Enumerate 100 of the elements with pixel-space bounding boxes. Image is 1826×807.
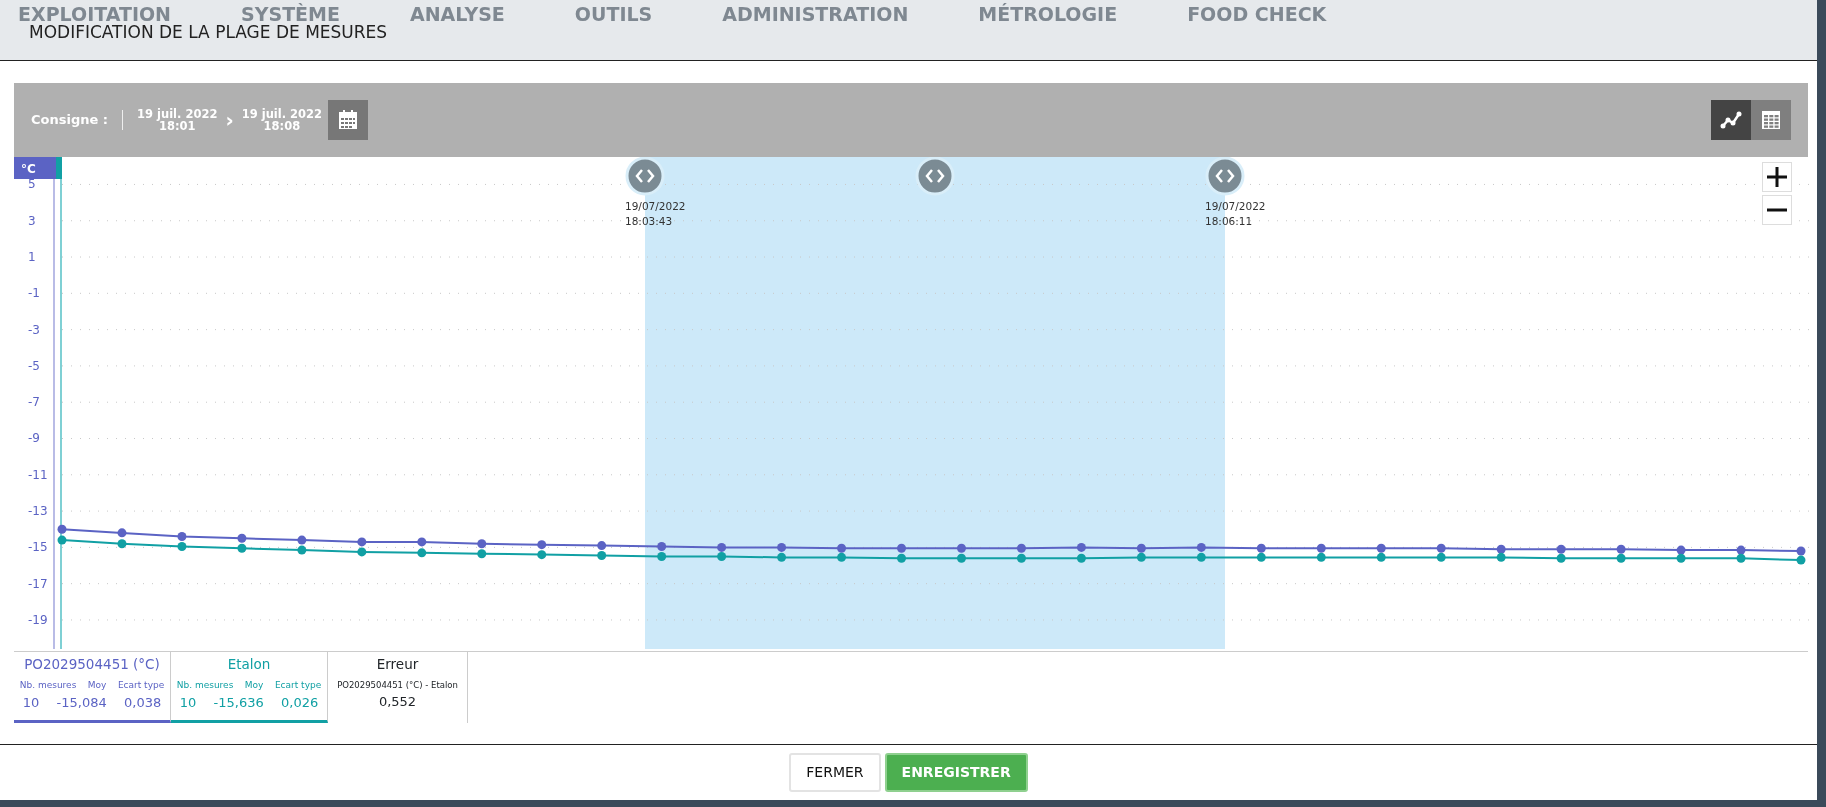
y-axis-label: -13 bbox=[28, 504, 48, 519]
data-point bbox=[1736, 545, 1746, 555]
data-point bbox=[1136, 552, 1146, 562]
range-handle[interactable] bbox=[625, 157, 665, 196]
data-point bbox=[597, 551, 607, 561]
data-point bbox=[417, 537, 427, 547]
data-point bbox=[1436, 552, 1446, 562]
data-point bbox=[417, 548, 427, 558]
data-point bbox=[1496, 552, 1506, 562]
data-point bbox=[237, 533, 247, 543]
data-point bbox=[597, 541, 607, 551]
data-point bbox=[777, 542, 787, 552]
stat-label: Ecart type bbox=[117, 679, 165, 693]
data-point bbox=[1316, 543, 1326, 553]
stat-label: Nb. mesures bbox=[19, 679, 77, 693]
table-view-button[interactable] bbox=[1751, 100, 1791, 140]
stat-value: 10 bbox=[22, 693, 40, 712]
data-point bbox=[117, 539, 127, 549]
y-axis-label: 5 bbox=[28, 177, 36, 192]
unit-badge bbox=[14, 157, 56, 179]
data-point bbox=[1196, 552, 1206, 562]
chart-view-button[interactable] bbox=[1711, 100, 1751, 140]
stat-value: 10 bbox=[179, 693, 197, 712]
data-point bbox=[57, 524, 67, 534]
y-axis-label: -1 bbox=[28, 286, 40, 301]
data-point bbox=[837, 543, 847, 553]
end-date: 19 juil. 2022 18:08 bbox=[241, 107, 323, 133]
data-point bbox=[657, 551, 667, 561]
data-point bbox=[57, 535, 67, 545]
data-point bbox=[1616, 553, 1626, 563]
data-point bbox=[957, 553, 966, 563]
data-point bbox=[237, 543, 247, 553]
nav-item[interactable]: MÉTROLOGIE bbox=[978, 0, 1118, 29]
range-handle[interactable] bbox=[1205, 157, 1245, 196]
modal-title: MODIFICATION DE LA PLAGE DE MESURES bbox=[29, 21, 388, 44]
data-point bbox=[297, 545, 307, 555]
stat-value: -15,636 bbox=[213, 693, 264, 712]
data-point bbox=[1616, 544, 1626, 554]
data-point bbox=[477, 539, 487, 549]
data-point bbox=[837, 552, 847, 562]
y-axis-label: -3 bbox=[28, 322, 40, 337]
data-point bbox=[777, 552, 787, 562]
data-point bbox=[657, 541, 667, 551]
data-point bbox=[717, 542, 727, 552]
stat-value: 0,026 bbox=[281, 693, 319, 712]
data-point bbox=[177, 541, 187, 551]
close-button[interactable]: FERMER bbox=[789, 753, 881, 792]
save-button[interactable]: ENREGISTRER bbox=[884, 753, 1028, 792]
data-point bbox=[1496, 544, 1506, 554]
data-point bbox=[1376, 552, 1386, 562]
y-axis-label: -15 bbox=[28, 540, 48, 555]
data-point bbox=[1016, 543, 1026, 553]
stat-label: Moy bbox=[244, 679, 264, 693]
data-point bbox=[357, 537, 367, 547]
zoom-out-button[interactable] bbox=[1762, 195, 1792, 225]
nav-item[interactable]: OUTILS bbox=[574, 0, 653, 29]
data-point bbox=[537, 540, 547, 550]
stat-label: Moy bbox=[87, 679, 107, 693]
error-value: 0,552 bbox=[377, 693, 418, 711]
data-point bbox=[897, 553, 906, 563]
start-date: 19 juil. 2022 18:01 bbox=[137, 107, 218, 133]
y-axis-label: -11 bbox=[28, 467, 48, 482]
data-point bbox=[1676, 553, 1686, 563]
y-axis-label: -19 bbox=[28, 612, 48, 627]
data-point bbox=[1796, 546, 1806, 556]
line-chart-icon bbox=[1720, 109, 1742, 131]
minus-icon bbox=[1766, 208, 1788, 212]
y-axis-label: 3 bbox=[28, 213, 36, 228]
data-point bbox=[1256, 543, 1266, 553]
zoom-in-button[interactable] bbox=[1762, 162, 1792, 192]
data-point bbox=[357, 547, 367, 557]
unit-label: °C bbox=[21, 162, 36, 176]
y-axis-label: -17 bbox=[28, 576, 48, 591]
data-point bbox=[297, 535, 307, 545]
data-point bbox=[717, 551, 727, 561]
y-axis-label: -9 bbox=[28, 431, 40, 446]
range-timestamp: 19/07/2022 18:03:43 bbox=[625, 200, 686, 227]
data-point bbox=[1196, 542, 1206, 552]
data-point bbox=[957, 543, 966, 553]
data-point bbox=[1796, 555, 1806, 565]
nav-item[interactable]: ANALYSE bbox=[409, 0, 505, 29]
data-point bbox=[1076, 553, 1086, 563]
y-axis-label: 1 bbox=[28, 250, 36, 265]
plus-icon bbox=[1766, 166, 1788, 188]
data-point bbox=[1436, 543, 1446, 553]
nav-item[interactable]: FOOD CHECK bbox=[1187, 0, 1327, 29]
data-point bbox=[1736, 553, 1746, 563]
series-name: PO2029504451 (°C) bbox=[23, 655, 161, 674]
stat-label: Ecart type bbox=[274, 679, 322, 693]
stat-value: 0,038 bbox=[124, 693, 162, 712]
y-axis-label: -7 bbox=[28, 395, 40, 410]
data-point bbox=[537, 550, 547, 560]
data-point bbox=[477, 549, 487, 559]
data-point bbox=[177, 532, 187, 541]
y-axis-label: -5 bbox=[28, 358, 40, 373]
calendar-button[interactable] bbox=[328, 100, 369, 140]
error-title: Erreur bbox=[375, 655, 420, 674]
stat-value: -15,084 bbox=[56, 693, 107, 712]
stat-label: Nb. mesures bbox=[176, 679, 234, 693]
nav-item[interactable]: ADMINISTRATION bbox=[722, 0, 909, 29]
